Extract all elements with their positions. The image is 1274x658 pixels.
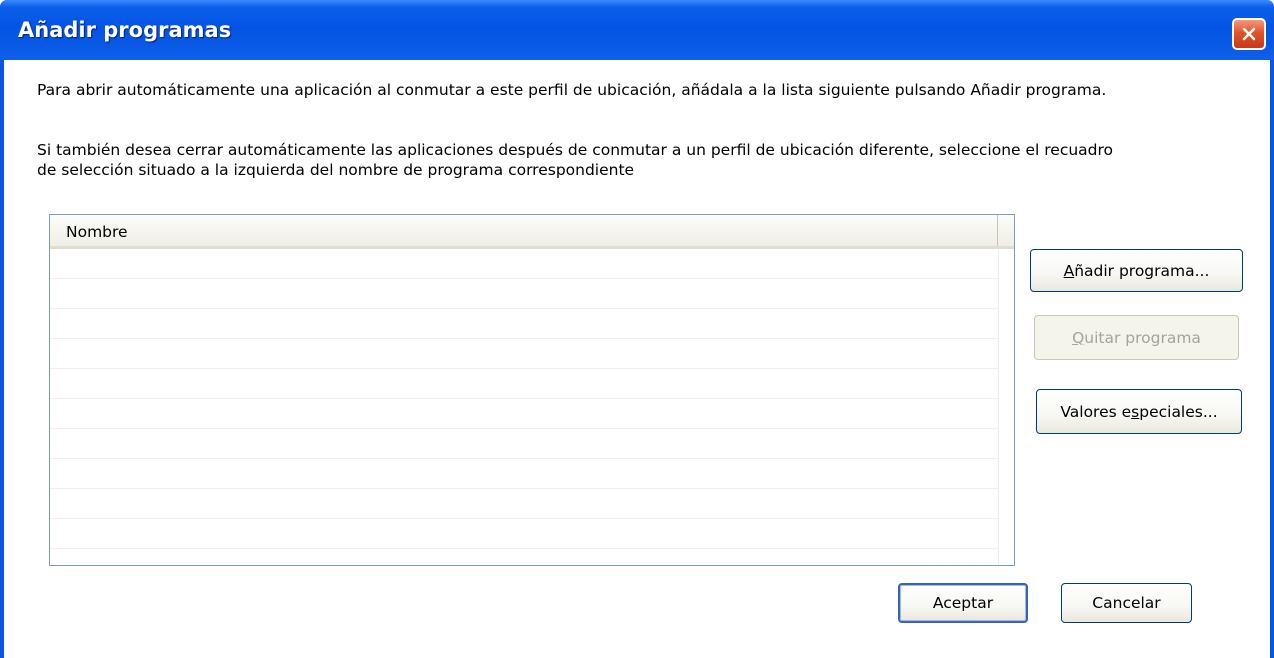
add-program-label: ñadir programa...	[1074, 261, 1210, 280]
instruction-text-2: Si también desea cerrar automáticamente …	[37, 141, 1114, 159]
title-bar[interactable]: Añadir programas	[0, 0, 1274, 60]
list-row	[50, 309, 998, 339]
add-program-button[interactable]: Añadir programa...	[1030, 249, 1243, 292]
list-row	[50, 339, 998, 369]
close-x-icon	[1242, 27, 1256, 41]
remove-program-button[interactable]: Quitar programa	[1034, 315, 1239, 360]
special-values-label-post: peciales...	[1139, 402, 1218, 421]
remove-program-accel: Q	[1072, 328, 1085, 347]
list-rows[interactable]	[50, 249, 998, 565]
special-values-button[interactable]: Valores e s peciales...	[1036, 389, 1242, 434]
list-row	[50, 249, 998, 279]
list-row	[50, 429, 998, 459]
column-header-name[interactable]: Nombre	[50, 215, 998, 246]
ok-button[interactable]: Aceptar	[898, 583, 1028, 623]
dialog-client-area: Para abrir automáticamente una aplicació…	[4, 60, 1270, 658]
list-row	[50, 459, 998, 489]
list-row	[50, 519, 998, 549]
column-header-label: Nombre	[66, 223, 128, 241]
list-header: Nombre	[50, 215, 1014, 249]
instruction-text-1: Para abrir automáticamente una aplicació…	[37, 81, 1107, 99]
close-button[interactable]	[1232, 18, 1266, 50]
window-title: Añadir programas	[18, 18, 232, 42]
cancel-button[interactable]: Cancelar	[1061, 583, 1192, 623]
column-divider	[998, 249, 999, 565]
add-program-accel: A	[1063, 261, 1075, 280]
program-list[interactable]: Nombre	[49, 214, 1015, 566]
list-row	[50, 399, 998, 429]
remove-program-label: uitar programa	[1084, 328, 1201, 347]
instruction-text-3: de selección situado a la izquierda del …	[37, 161, 635, 179]
special-values-accel: s	[1131, 402, 1140, 421]
list-row	[50, 489, 998, 519]
special-values-label-pre: Valores e	[1060, 402, 1132, 421]
list-row	[50, 279, 998, 309]
dialog-window: Añadir programas Para abrir automáticame…	[0, 0, 1274, 658]
list-row	[50, 369, 998, 399]
